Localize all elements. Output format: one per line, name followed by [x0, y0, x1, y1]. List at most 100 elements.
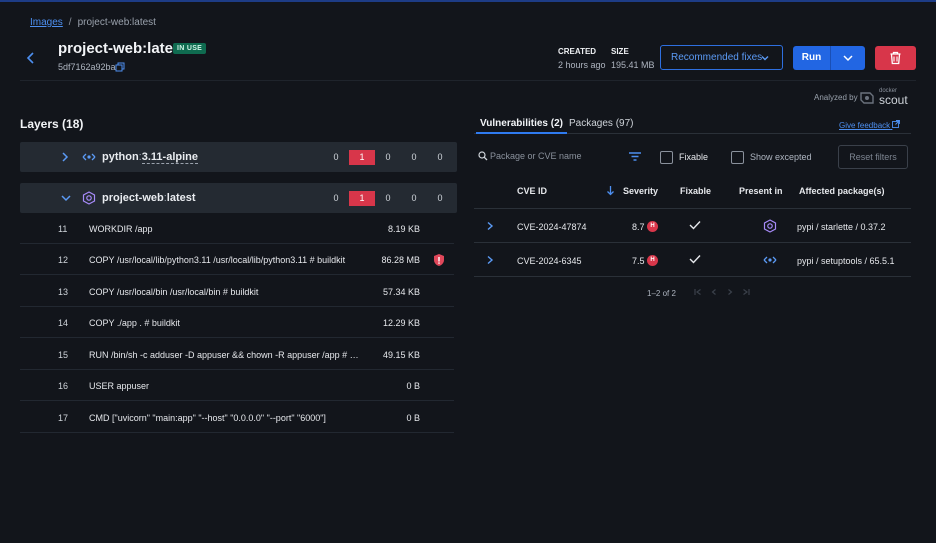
- image-hex-icon: [82, 191, 96, 205]
- table-row[interactable]: CVE-2024-6345 7.5 H pypi / setuptools / …: [474, 243, 911, 277]
- next-page-icon[interactable]: [726, 288, 734, 298]
- tab-packages[interactable]: Packages (97): [565, 118, 637, 134]
- trash-icon: [890, 51, 901, 65]
- filter-icon[interactable]: [629, 152, 641, 161]
- last-page-icon[interactable]: [742, 288, 750, 298]
- layer-command: COPY ./app . # buildkit: [89, 318, 180, 328]
- external-link-icon: [892, 120, 901, 128]
- search-icon: [478, 151, 488, 161]
- chevron-right-icon[interactable]: [60, 151, 70, 166]
- breadcrumb-current: project-web:latest: [77, 17, 156, 28]
- run-dropdown-button[interactable]: [831, 46, 865, 70]
- severity-high-badge: H: [647, 221, 658, 232]
- affected-package: pypi / setuptools / 65.5.1: [797, 256, 895, 266]
- layer-command: WORKDIR /app: [89, 224, 153, 234]
- created-value: 2 hours ago: [558, 60, 606, 70]
- group-prefix: project-web: [102, 192, 164, 204]
- page-title: project-web:latest: [58, 40, 187, 57]
- reset-filters-button[interactable]: Reset filters: [838, 145, 908, 169]
- show-excepted-checkbox[interactable]: [731, 151, 744, 164]
- chevron-right-icon[interactable]: [486, 221, 494, 234]
- layer-command: COPY /usr/local/lib/python3.11 /usr/loca…: [89, 255, 346, 265]
- layer-index: 12: [58, 255, 69, 265]
- high-count: 1: [349, 191, 375, 206]
- layer-index: 13: [58, 287, 69, 297]
- chevron-right-icon[interactable]: [486, 255, 494, 268]
- size-value: 195.41 MB: [611, 60, 655, 70]
- created-label: CREATED: [558, 47, 597, 56]
- tab-vulnerabilities[interactable]: Vulnerabilities (2): [476, 118, 567, 134]
- layer-group-name: project-web:latest: [102, 192, 196, 204]
- fixable-checkbox[interactable]: [660, 151, 673, 164]
- give-feedback-link[interactable]: Give feedback: [839, 120, 901, 130]
- top-accent-line: [0, 0, 936, 2]
- chevron-down-icon[interactable]: [60, 192, 72, 207]
- table-row[interactable]: CVE-2024-47874 8.7 H pypi / starlette / …: [474, 209, 911, 243]
- low-count: 0: [411, 193, 417, 203]
- copy-icon[interactable]: [115, 62, 125, 72]
- layer-row[interactable]: 13 COPY /usr/local/bin /usr/local/bin # …: [20, 276, 454, 307]
- chevron-down-icon: [760, 53, 770, 66]
- cvss-score: 7.5: [632, 256, 645, 266]
- image-hex-icon: [763, 219, 777, 233]
- high-count: 1: [349, 150, 375, 165]
- layer-row[interactable]: 14 COPY ./app . # buildkit 12.29 KB: [20, 307, 454, 338]
- group-tag: 3.11-alpine: [141, 151, 198, 164]
- layer-group-project-web[interactable]: project-web:latest 0 1 0 0 0: [20, 183, 457, 213]
- scout-logo-icon: [860, 92, 874, 104]
- size-label: SIZE: [611, 47, 629, 56]
- col-severity[interactable]: Severity: [623, 186, 658, 196]
- cve-id: CVE-2024-6345: [517, 256, 582, 266]
- header-divider: [20, 80, 916, 81]
- layer-command: CMD ["uvicorn" "main:app" "--host" "0.0.…: [89, 413, 326, 423]
- image-digest: 5df7162a92ba: [58, 62, 116, 72]
- col-fixable[interactable]: Fixable: [680, 186, 711, 196]
- back-arrow-icon[interactable]: [24, 50, 38, 66]
- cve-id: CVE-2024-47874: [517, 222, 587, 232]
- alpine-base-icon: [763, 253, 777, 267]
- layer-command: USER appuser: [89, 381, 150, 391]
- layer-size: 12.29 KB: [382, 318, 420, 328]
- pagination-range: 1–2 of 2: [647, 289, 676, 298]
- search-input[interactable]: [490, 148, 620, 164]
- layer-command: COPY /usr/local/bin /usr/local/bin # bui…: [89, 287, 259, 297]
- sort-arrow-down-icon[interactable]: [606, 185, 615, 198]
- layer-size: 0 B: [406, 381, 420, 391]
- layer-row[interactable]: 16 USER appuser 0 B: [20, 370, 454, 401]
- docker-scout-logo: docker scout: [858, 88, 914, 108]
- run-button-group: Run: [793, 46, 865, 70]
- medium-count: 0: [385, 152, 391, 162]
- group-tag: latest: [166, 192, 196, 204]
- col-affected-packages[interactable]: Affected package(s): [799, 186, 885, 196]
- layer-row[interactable]: 15 RUN /bin/sh -c adduser -D appuser && …: [20, 339, 454, 370]
- delete-button[interactable]: [875, 46, 916, 70]
- critical-count: 0: [333, 193, 339, 203]
- give-feedback-label: Give feedback: [839, 121, 891, 130]
- breadcrumb-images-link[interactable]: Images: [30, 17, 63, 28]
- unspecified-count: 0: [437, 193, 443, 203]
- chevron-down-icon: [843, 55, 853, 62]
- layer-size: 49.15 KB: [382, 350, 420, 360]
- in-use-badge: IN USE: [173, 43, 207, 54]
- prev-page-icon[interactable]: [710, 288, 718, 298]
- layer-size: 8.19 KB: [387, 224, 420, 234]
- run-button[interactable]: Run: [793, 46, 830, 70]
- logo-scout-text: scout: [879, 93, 908, 107]
- alpine-base-icon: [82, 150, 96, 164]
- layer-group-python[interactable]: python:3.11-alpine 0 1 0 0 0: [20, 142, 457, 172]
- layer-index: 11: [58, 224, 68, 234]
- recommended-fixes-button[interactable]: Recommended fixes: [660, 45, 783, 70]
- layer-row[interactable]: 12 COPY /usr/local/lib/python3.11 /usr/l…: [20, 244, 454, 275]
- critical-count: 0: [333, 152, 339, 162]
- layer-command: RUN /bin/sh -c adduser -D appuser && cho…: [89, 350, 359, 360]
- layers-title: Layers (18): [20, 117, 84, 131]
- fixable-label: Fixable: [679, 152, 709, 162]
- first-page-icon[interactable]: [694, 288, 702, 298]
- size-meta: SIZE 195.41 MB: [611, 47, 655, 70]
- col-present-in[interactable]: Present in: [739, 186, 783, 196]
- col-cve-id[interactable]: CVE ID: [517, 186, 547, 196]
- layer-row[interactable]: 17 CMD ["uvicorn" "main:app" "--host" "0…: [20, 402, 454, 433]
- layer-group-name: python:3.11-alpine: [102, 151, 198, 164]
- analyzed-by-label: Analyzed by: [814, 93, 858, 102]
- layer-row[interactable]: 11 WORKDIR /app 8.19 KB: [20, 213, 454, 244]
